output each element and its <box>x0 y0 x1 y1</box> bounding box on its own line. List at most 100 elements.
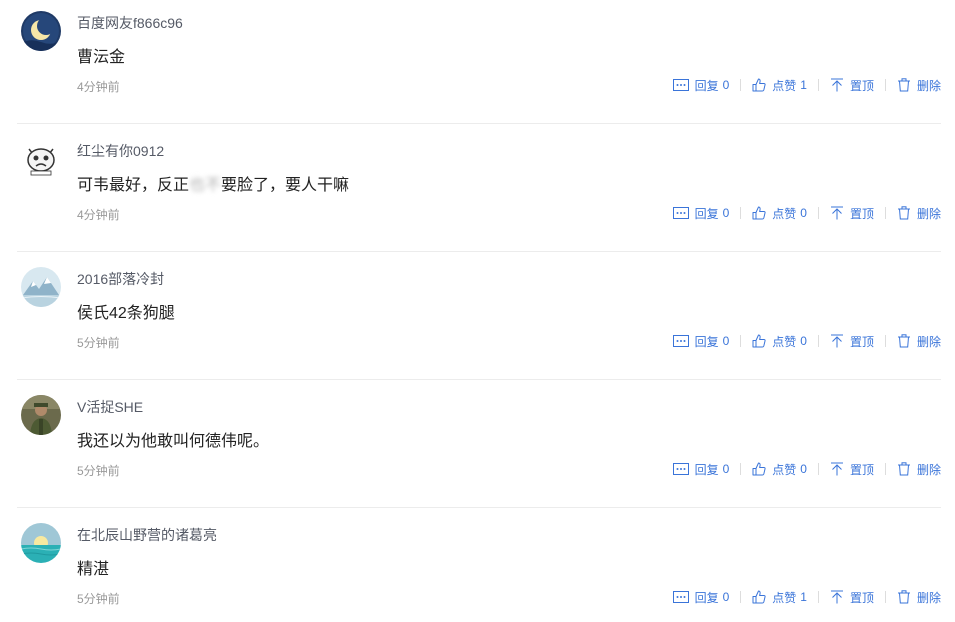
like-label: 点赞 <box>772 78 797 93</box>
like-button[interactable]: 点赞 1 <box>752 77 807 94</box>
trash-icon <box>897 78 910 92</box>
action-divider <box>817 79 819 91</box>
snow-mountain-avatar-image <box>21 267 61 307</box>
username[interactable]: 红尘有你0912 <box>77 141 164 161</box>
pin-label: 置顶 <box>849 462 874 477</box>
delete-label: 删除 <box>916 334 941 349</box>
comment-text: 侯氏42条狗腿 <box>77 299 175 323</box>
like-count: 1 <box>800 590 807 604</box>
action-divider <box>740 591 742 603</box>
pin-button[interactable]: 置顶 <box>830 589 874 606</box>
thumbs-up-icon <box>752 590 766 604</box>
action-divider <box>817 335 819 347</box>
cartoon-face-avatar-image <box>21 139 61 179</box>
user-avatar[interactable] <box>21 11 61 51</box>
reply-label: 回复 <box>694 78 719 93</box>
action-divider <box>817 207 819 219</box>
delete-button[interactable]: 删除 <box>897 589 941 606</box>
comment-item: 2016部落冷封 侯氏42条狗腿 5分钟前 回复 0 点赞 0 置顶 删除 <box>0 256 955 384</box>
reply-button[interactable]: 回复 0 <box>672 77 730 94</box>
reply-button[interactable]: 回复 0 <box>672 333 729 350</box>
pin-top-icon <box>830 78 843 92</box>
sunset-sea-avatar-image <box>21 523 61 563</box>
reply-icon <box>672 335 689 347</box>
comment-text-part: 侯氏42条狗腿 <box>77 305 175 322</box>
like-label: 点赞 <box>772 206 797 221</box>
delete-button[interactable]: 删除 <box>897 333 941 350</box>
action-divider <box>740 463 742 475</box>
comment-text: 可韦最好，反正也不要脸了，要人干嘛 <box>77 171 349 195</box>
comment-text-part: 精湛 <box>77 561 110 578</box>
like-button[interactable]: 点赞 1 <box>752 589 807 606</box>
reply-label: 回复 <box>694 206 719 221</box>
pin-label: 置顶 <box>849 334 874 349</box>
comment-text-part: 可韦最好，反正 <box>77 177 190 194</box>
reply-icon <box>672 207 689 219</box>
like-count: 0 <box>800 462 807 476</box>
user-avatar[interactable] <box>21 395 61 435</box>
pin-button[interactable]: 置顶 <box>830 333 874 350</box>
pin-button[interactable]: 置顶 <box>830 461 874 478</box>
action-divider <box>817 463 819 475</box>
pin-button[interactable]: 置顶 <box>830 77 874 94</box>
reply-button[interactable]: 回复 0 <box>672 589 729 606</box>
comment-text: 我还以为他敢叫何德伟呢。 <box>77 427 269 451</box>
username[interactable]: 2016部落冷封 <box>77 269 164 289</box>
comment-divider <box>17 507 941 508</box>
comment-time: 5分钟前 <box>77 592 120 606</box>
reply-button[interactable]: 回复 0 <box>672 461 730 478</box>
action-divider <box>884 591 886 603</box>
like-button[interactable]: 点赞 0 <box>752 205 807 222</box>
delete-label: 删除 <box>916 462 941 477</box>
action-divider <box>740 207 742 219</box>
user-avatar[interactable] <box>21 267 61 307</box>
delete-label: 删除 <box>916 78 941 93</box>
username[interactable]: 百度网友f866c96 <box>77 13 183 33</box>
trash-icon <box>897 590 910 604</box>
pin-label: 置顶 <box>849 78 874 93</box>
comment-text: 曹沄金 <box>77 43 125 67</box>
username[interactable]: 在北辰山野营的诸葛亮 <box>77 525 217 545</box>
delete-button[interactable]: 删除 <box>897 205 941 222</box>
comment-text-blurred: 也不 <box>189 177 222 194</box>
delete-button[interactable]: 删除 <box>897 461 941 478</box>
username[interactable]: V活捉SHE <box>77 397 143 417</box>
user-avatar[interactable] <box>21 139 61 179</box>
thumbs-up-icon <box>752 78 766 92</box>
comment-time: 4分钟前 <box>77 80 120 94</box>
delete-label: 删除 <box>916 590 941 605</box>
pin-label: 置顶 <box>849 590 874 605</box>
action-divider <box>884 79 886 91</box>
pin-top-icon <box>830 334 843 348</box>
comment-text-part: 我还以为他敢叫何德伟呢。 <box>77 433 270 450</box>
like-count: 0 <box>800 206 807 220</box>
comment-actions: 回复 0 点赞 0 置顶 删除 <box>672 460 941 478</box>
pin-label: 置顶 <box>849 206 874 221</box>
like-button[interactable]: 点赞 0 <box>752 461 807 478</box>
reply-label: 回复 <box>694 590 719 605</box>
reply-count: 0 <box>722 462 730 476</box>
reply-icon <box>672 591 689 603</box>
reply-button[interactable]: 回复 0 <box>672 205 729 222</box>
delete-button[interactable]: 删除 <box>897 77 941 94</box>
pin-top-icon <box>830 462 843 476</box>
comment-divider <box>17 379 941 380</box>
pin-top-icon <box>830 206 843 220</box>
like-button[interactable]: 点赞 0 <box>752 333 807 350</box>
like-label: 点赞 <box>772 334 797 349</box>
comment-actions: 回复 0 点赞 1 置顶 删除 <box>672 588 941 606</box>
delete-label: 删除 <box>916 206 941 221</box>
comment-time: 5分钟前 <box>77 336 120 350</box>
pin-button[interactable]: 置顶 <box>830 205 874 222</box>
comment-item: 在北辰山野营的诸葛亮 精湛 5分钟前 回复 0 点赞 1 置顶 删除 <box>0 512 955 622</box>
comment-text-part: 曹沄金 <box>77 49 126 66</box>
trash-icon <box>897 462 910 476</box>
like-count: 0 <box>800 334 807 348</box>
reply-label: 回复 <box>694 334 719 349</box>
user-avatar[interactable] <box>21 523 61 563</box>
like-count: 1 <box>800 78 807 92</box>
reply-count: 0 <box>722 78 730 92</box>
comment-actions: 回复 0 点赞 1 置顶 删除 <box>672 76 941 94</box>
reply-label: 回复 <box>694 462 719 477</box>
comment-time: 5分钟前 <box>77 464 120 478</box>
